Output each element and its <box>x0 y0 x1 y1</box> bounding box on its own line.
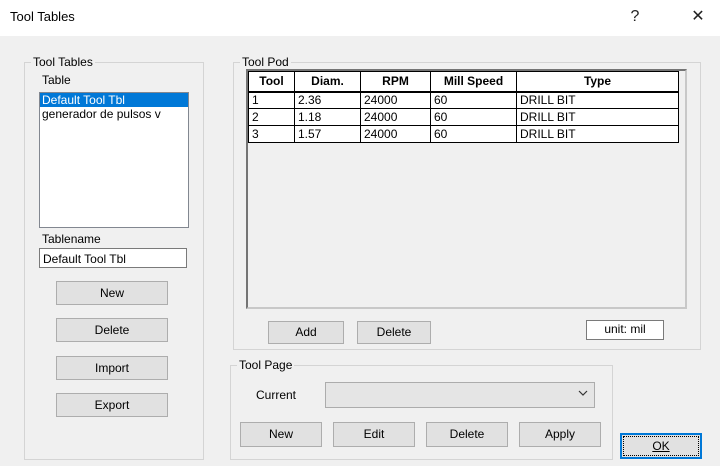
close-icon[interactable]: ✕ <box>684 6 712 28</box>
diam-cell[interactable]: 1.57 <box>294 125 361 143</box>
tool-page-group-label: Tool Page <box>237 358 295 372</box>
table-row[interactable]: 3 1.57 24000 60 DRILL BIT <box>248 125 679 143</box>
table-label: Table <box>42 73 71 87</box>
column-header-diam[interactable]: Diam. <box>294 71 361 93</box>
tool-cell[interactable]: 2 <box>248 108 295 126</box>
type-cell[interactable]: DRILL BIT <box>516 125 679 143</box>
add-tool-button[interactable]: Add <box>268 321 344 344</box>
tablename-input[interactable]: Default Tool Tbl <box>39 248 187 268</box>
table-list-item[interactable]: generador de pulsos v <box>40 107 188 121</box>
new-table-button[interactable]: New <box>56 281 168 305</box>
column-header-type[interactable]: Type <box>516 71 679 93</box>
tablename-label: Tablename <box>42 232 101 246</box>
tool-pod-group-label: Tool Pod <box>240 55 291 69</box>
column-header-tool[interactable]: Tool <box>248 71 295 93</box>
current-page-dropdown[interactable] <box>325 382 595 408</box>
apply-button[interactable]: Apply <box>519 422 601 447</box>
rpm-cell[interactable]: 24000 <box>360 108 431 126</box>
table-listbox[interactable]: Default Tool Tbl generador de pulsos v <box>39 92 189 228</box>
rpm-cell[interactable]: 24000 <box>360 91 431 109</box>
unit-display: unit: mil <box>586 320 664 340</box>
mill-speed-cell[interactable]: 60 <box>430 125 517 143</box>
edit-page-button[interactable]: Edit <box>333 422 415 447</box>
delete-table-button[interactable]: Delete <box>56 318 168 342</box>
dialog-client-area: Tool Tables Table Default Tool Tbl gener… <box>0 36 720 466</box>
table-row[interactable]: 1 2.36 24000 60 DRILL BIT <box>248 91 679 109</box>
export-button[interactable]: Export <box>56 393 168 417</box>
column-header-rpm[interactable]: RPM <box>360 71 431 93</box>
tool-cell[interactable]: 3 <box>248 125 295 143</box>
type-cell[interactable]: DRILL BIT <box>516 91 679 109</box>
tool-tables-group-label: Tool Tables <box>31 55 95 69</box>
rpm-cell[interactable]: 24000 <box>360 125 431 143</box>
window-title: Tool Tables <box>10 9 75 24</box>
diam-cell[interactable]: 2.36 <box>294 91 361 109</box>
column-header-mill-speed[interactable]: Mill Speed <box>430 71 517 93</box>
type-cell[interactable]: DRILL BIT <box>516 108 679 126</box>
tool-pod-table: Tool Diam. RPM Mill Speed Type 1 2.36 24… <box>248 71 679 143</box>
table-list-item[interactable]: Default Tool Tbl <box>40 93 188 107</box>
import-button[interactable]: Import <box>56 356 168 380</box>
ok-button-label: OK <box>652 439 670 453</box>
diam-cell[interactable]: 1.18 <box>294 108 361 126</box>
table-row[interactable]: 2 1.18 24000 60 DRILL BIT <box>248 108 679 126</box>
ok-button[interactable]: OK <box>620 433 702 459</box>
mill-speed-cell[interactable]: 60 <box>430 91 517 109</box>
mill-speed-cell[interactable]: 60 <box>430 108 517 126</box>
title-bar: Tool Tables ? ✕ <box>0 0 720 36</box>
current-label: Current <box>256 388 297 402</box>
tool-cell[interactable]: 1 <box>248 91 295 109</box>
delete-page-button[interactable]: Delete <box>426 422 508 447</box>
new-page-button[interactable]: New <box>240 422 322 447</box>
tool-pod-grid[interactable]: Tool Diam. RPM Mill Speed Type 1 2.36 24… <box>246 69 687 309</box>
delete-tool-button[interactable]: Delete <box>357 321 431 344</box>
chevron-down-icon <box>578 390 588 396</box>
help-icon[interactable]: ? <box>621 6 649 28</box>
